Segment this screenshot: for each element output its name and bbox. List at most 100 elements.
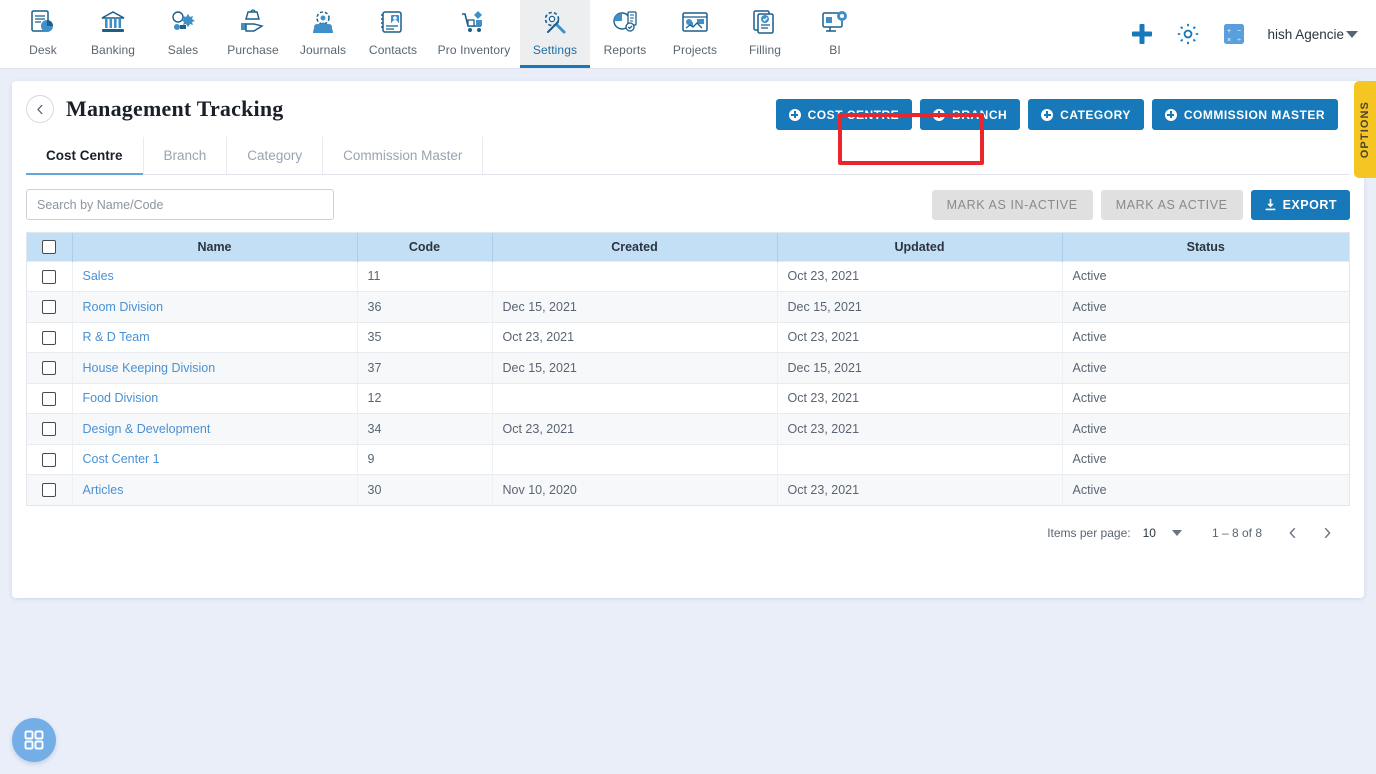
options-tab-label: OPTIONS [1359,100,1371,159]
search-input[interactable] [26,189,334,220]
row-checkbox[interactable] [42,422,57,437]
select-all-checkbox[interactable] [42,240,57,255]
cell-created: Oct 23, 2021 [492,321,778,353]
org-name-label: hish Agencie [1267,26,1344,42]
nav-item-journals[interactable]: Journals [288,0,358,68]
mark-as-inactive-button[interactable]: MARK AS IN-ACTIVE [931,189,1093,220]
page-action-buttons: COST CENTRE BRANCH CATEGORY COMMISSION MAST… [775,99,1338,130]
nav-item-purchase[interactable]: Purchase [218,0,288,68]
row-name-link[interactable]: R & D Team [83,330,150,344]
nav-item-bi[interactable]: BI [800,0,870,68]
row-name-link[interactable]: House Keeping Division [83,361,216,375]
nav-item-settings[interactable]: Settings [520,0,590,68]
row-checkbox[interactable] [42,391,57,406]
tab-commission-master[interactable]: Commission Master [323,137,484,174]
nav-item-label: Settings [532,43,578,57]
nav-right-tools: + − × ÷ hish Agencie [1129,0,1376,68]
row-checkbox[interactable] [42,452,57,467]
svg-text:÷: ÷ [1238,37,1242,44]
calculator-icon[interactable]: + − × ÷ [1221,21,1247,47]
cell-updated: Oct 23, 2021 [777,260,1063,292]
tab-cost-centre[interactable]: Cost Centre [26,137,144,175]
next-page-button[interactable] [1314,520,1340,546]
nav-item-contacts[interactable]: Contacts [358,0,428,68]
cell-name: Sales [72,260,358,292]
cell-updated [777,443,1063,475]
previous-page-button[interactable] [1280,520,1306,546]
column-header-updated: Updated [777,233,1063,261]
nav-item-banking[interactable]: Banking [78,0,148,68]
cell-code: 35 [357,321,493,353]
options-side-tab[interactable]: OPTIONS [1354,81,1376,178]
cell-status: Active [1062,474,1349,505]
tab-label: Commission Master [343,148,463,163]
row-checkbox-cell [27,260,73,292]
export-button[interactable]: EXPORT [1250,189,1350,220]
nav-item-projects[interactable]: Projects [660,0,730,68]
row-name-link[interactable]: Articles [83,483,124,497]
add-commission-master-button[interactable]: COMMISSION MASTER [1151,99,1338,130]
row-name-link[interactable]: Food Division [83,391,159,405]
nav-item-label: Sales [167,43,199,57]
projects-board-icon [680,7,710,38]
row-name-link[interactable]: Sales [83,269,114,283]
grid-apps-icon [24,730,44,750]
plus-circle-icon [1041,108,1054,121]
mark-as-active-button[interactable]: MARK AS ACTIVE [1100,189,1243,220]
tab-branch[interactable]: Branch [144,137,228,174]
column-header-status: Status [1062,233,1349,261]
row-checkbox-cell [27,474,73,505]
cell-status: Active [1062,382,1349,414]
cell-updated: Dec 15, 2021 [777,352,1063,383]
svg-text:+: + [1227,28,1231,35]
table-row: Cost Center 1 9 Active [27,443,1349,475]
tab-category[interactable]: Category [227,137,324,174]
items-per-page-value[interactable]: 10 [1143,526,1156,540]
nav-item-reports[interactable]: Reports [590,0,660,68]
nav-item-desk[interactable]: Desk [8,0,78,68]
nav-item-sales[interactable]: Sales [148,0,218,68]
select-all-header-cell [27,233,73,261]
cost-centre-table: Name Code Created Updated Status Sales 11 Oct … [27,233,1349,505]
action-button-label: CATEGORY [1060,107,1131,122]
add-cost-centre-button[interactable]: COST CENTRE [775,99,913,130]
add-category-button[interactable]: CATEGORY [1028,99,1144,130]
add-branch-button[interactable]: BRANCH [920,99,1021,130]
cell-code: 12 [357,382,493,414]
tab-label: Category [247,148,303,163]
table-row: House Keeping Division 37 Dec 15, 2021 Dec … [27,352,1349,383]
gear-icon[interactable] [1175,21,1201,47]
plus-circle-icon [1164,108,1177,121]
cost-centre-table-container: Name Code Created Updated Status Sales 11 Oct … [26,232,1350,506]
row-name-link[interactable]: Room Division [83,300,164,314]
row-checkbox[interactable] [42,361,57,376]
row-checkbox[interactable] [42,483,57,498]
cell-status: Active [1062,352,1349,383]
row-checkbox[interactable] [42,330,57,345]
settings-tools-icon [540,7,570,38]
table-row: Design & Development 34 Oct 23, 2021 Oct 23… [27,413,1349,444]
pagination-range-label: 1 – 8 of 8 [1211,526,1262,540]
nav-item-pro-inventory[interactable]: Pro Inventory [428,0,520,68]
sales-icon [168,7,198,38]
row-name-link[interactable]: Cost Center 1 [83,452,160,466]
apps-grid-fab[interactable] [12,718,56,762]
bi-monitor-icon [820,7,850,38]
cell-code: 11 [357,260,493,292]
org-switcher[interactable]: hish Agencie [1267,27,1358,42]
items-per-page-caret-icon[interactable] [1171,530,1182,536]
plus-icon[interactable] [1129,21,1155,47]
cell-name: Cost Center 1 [72,443,358,475]
row-name-link[interactable]: Design & Development [83,422,211,436]
nav-item-label: Desk [29,43,57,57]
svg-text:×: × [1227,37,1231,44]
table-header-row: Name Code Created Updated Status [27,233,1349,261]
row-checkbox[interactable] [42,300,57,315]
items-per-page-label: Items per page: [1047,526,1131,540]
back-button[interactable] [26,95,54,123]
cell-created: Dec 15, 2021 [492,291,778,322]
cell-status: Active [1062,443,1349,475]
row-checkbox[interactable] [42,269,57,284]
nav-item-filling[interactable]: Filling [730,0,800,68]
tab-label: Branch [163,148,207,163]
